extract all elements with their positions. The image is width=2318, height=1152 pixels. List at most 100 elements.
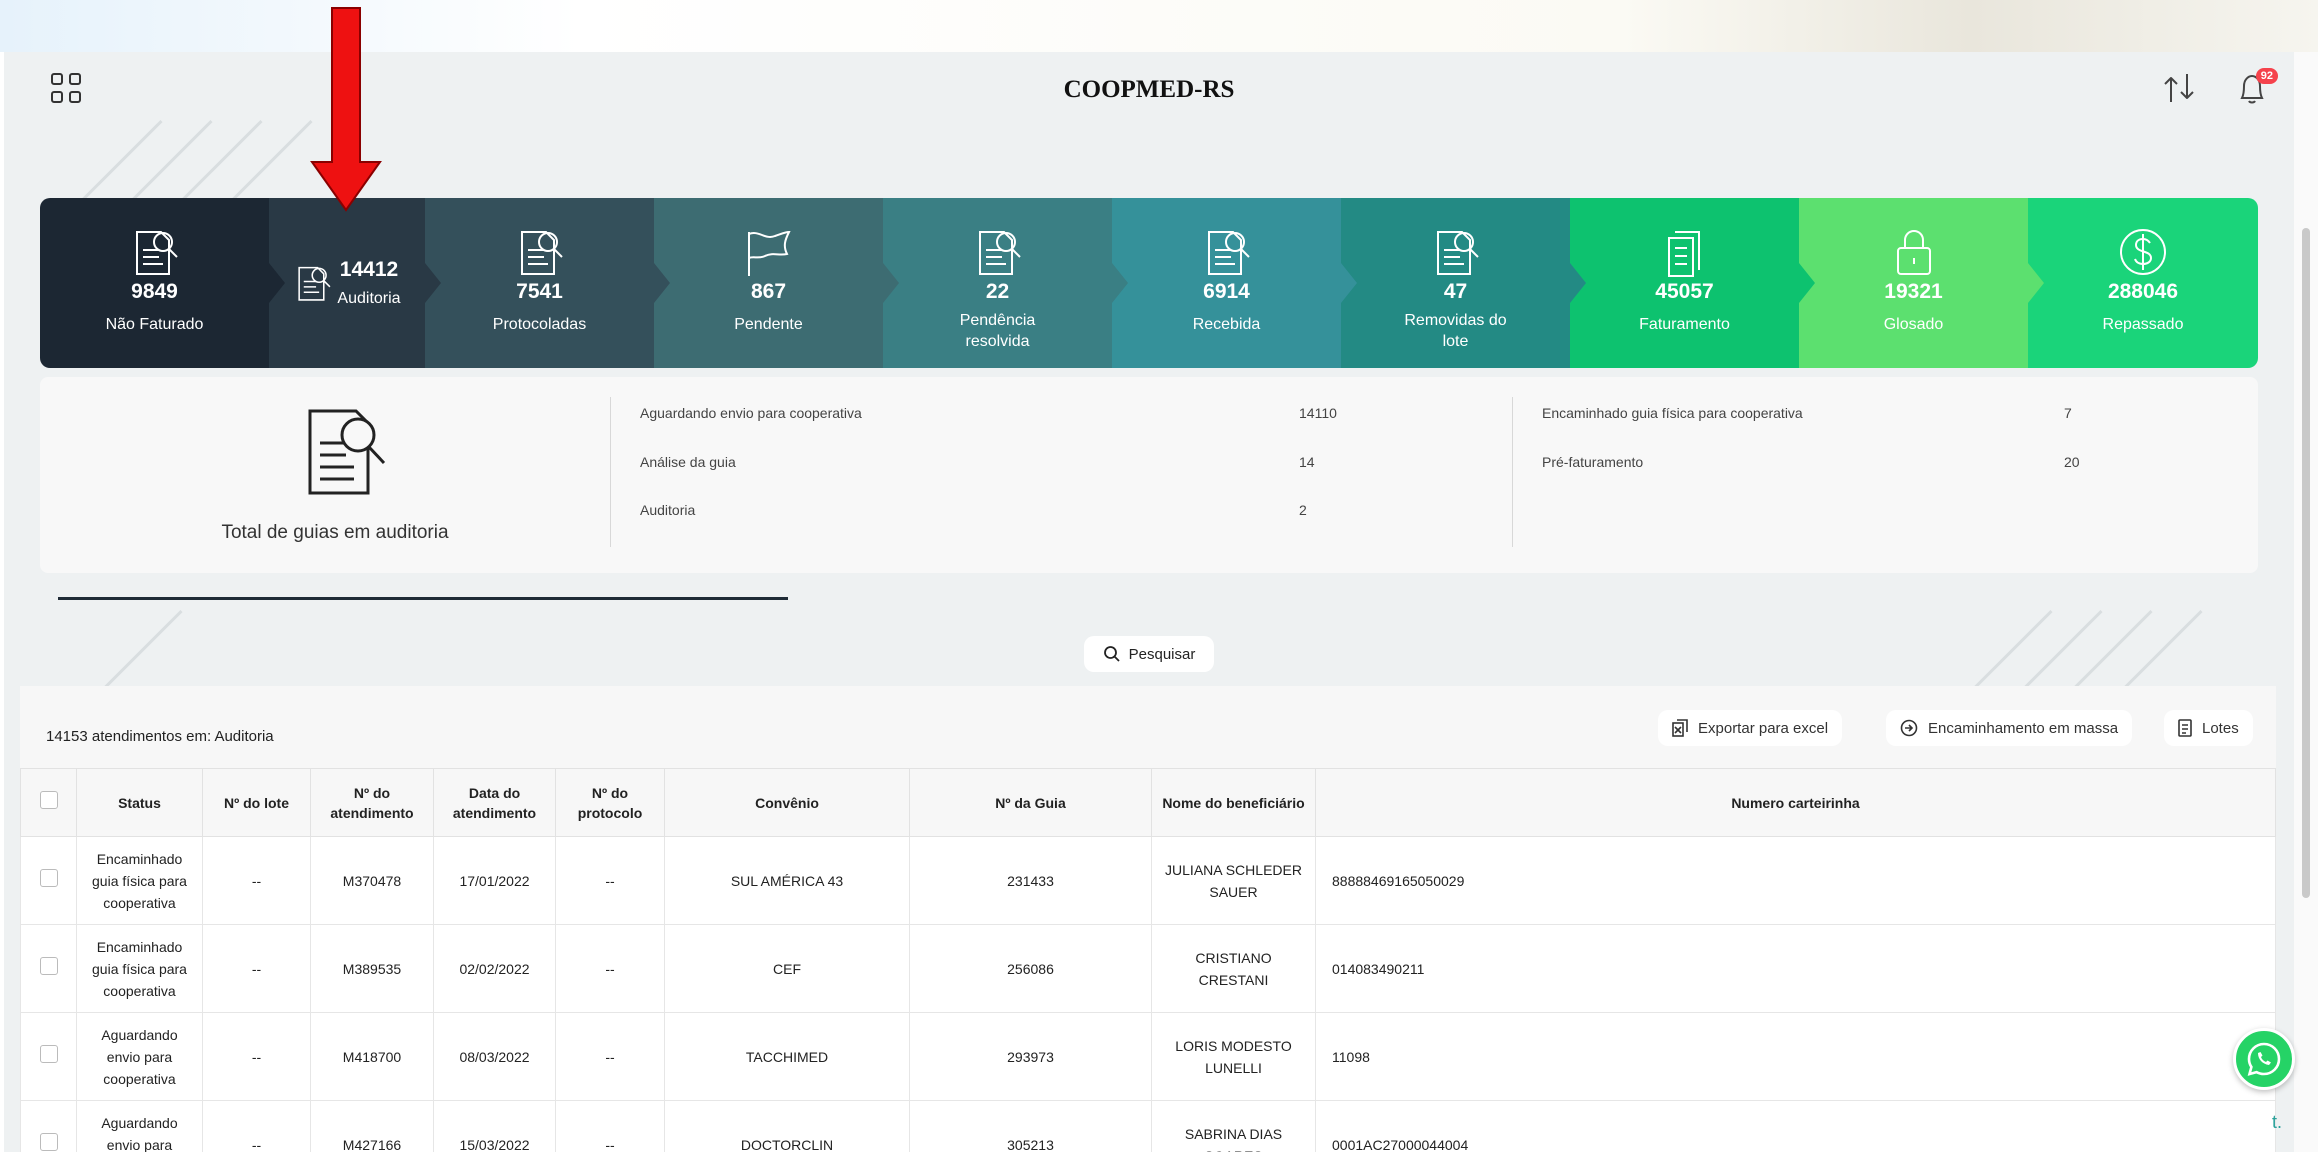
notification-count-badge: 92 [2255,68,2278,84]
cell-status: Encaminhado guia física para cooperativa [76,836,203,925]
row-select-cell [20,1012,77,1101]
cell-status: Encaminhado guia física para cooperativa [76,924,203,1013]
step-count: 22 [985,280,1010,303]
column-header[interactable]: Nº do atendimento [310,768,434,837]
step-count: 47 [1443,280,1468,303]
cell-data: 15/03/2022 [433,1100,556,1152]
cell-data: 08/03/2022 [433,1012,556,1101]
mass-forward-button[interactable]: Encaminhamento em massa [1886,710,2133,746]
cell-guia: 293973 [909,1012,1152,1101]
step-label: Recebida [1192,316,1261,333]
cell-guia: 305213 [909,1100,1152,1152]
notifications-button[interactable]: 92 [2232,68,2278,110]
search-document-icon [129,226,181,278]
table-row[interactable]: Aguardando envio para cooperativa -- M42… [20,1100,2276,1152]
column-header[interactable]: Nº da Guia [909,768,1152,837]
scrollbar-thumb[interactable] [2302,228,2310,898]
column-header[interactable]: Nome do beneficiário [1151,768,1316,837]
documents-icon [1659,226,1711,278]
search-document-icon [972,226,1024,278]
step-label: Removidas do lote [1404,312,1507,350]
excel-icon [1672,719,1688,737]
row-checkbox[interactable] [39,956,58,975]
row-select-cell [20,836,77,925]
column-header[interactable]: Nº do lote [202,768,311,837]
cell-beneficiario: LORIS MODESTO LUNELLI [1151,1012,1316,1101]
whatsapp-icon [2247,1042,2281,1076]
step-repassado[interactable]: 288046 Repassado [2028,198,2258,368]
search-document-icon [293,263,333,303]
cell-protocolo: -- [555,924,665,1013]
step-count: 19321 [1884,280,1943,303]
summary-value: 14110 [1299,405,1337,421]
arrow-circle-icon [1900,719,1918,737]
attendances-table: Status Nº do lote Nº do atendimento Data… [20,768,2276,1152]
whatsapp-chat-button[interactable] [2233,1028,2295,1090]
search-button[interactable]: Pesquisar [1084,636,1214,672]
cell-carteirinha: 88888469165050029 [1315,836,2276,925]
column-header[interactable]: Numero carteirinha [1315,768,2276,837]
search-document-icon [514,226,566,278]
cell-status: Aguardando envio para cooperativa [76,1012,203,1101]
swap-arrows-icon[interactable] [2159,68,2199,108]
lock-icon [1888,226,1940,278]
step-glosado[interactable]: 19321 Glosado [1799,198,2044,368]
row-checkbox[interactable] [39,1044,58,1063]
column-header[interactable]: Data do atendimento [433,768,556,837]
cell-protocolo: -- [555,1100,665,1152]
column-header[interactable]: Status [76,768,203,837]
cell-guia: 231433 [909,836,1152,925]
summary-value: 14 [1299,454,1315,470]
table-row[interactable]: Encaminhado guia física para cooperativa… [20,836,2276,925]
export-excel-button[interactable]: Exportar para excel [1658,710,1843,746]
cell-protocolo: -- [555,1012,665,1101]
cell-lote: -- [202,1100,311,1152]
column-header[interactable]: Convênio [664,768,910,837]
table-row[interactable]: Encaminhado guia física para cooperativa… [20,924,2276,1013]
divider [610,397,611,547]
step-label: Glosado [1883,316,1944,333]
cell-convenio: CEF [664,924,910,1013]
step-pendente[interactable]: 867 Pendente [654,198,899,368]
step-label: Faturamento [1639,316,1730,333]
step-label: Repassado [2102,316,2184,333]
row-checkbox[interactable] [39,868,58,887]
document-icon [2178,719,2192,737]
step-arrow [654,263,670,303]
summary-label: Aguardando envio para cooperativa [640,405,862,421]
cell-convenio: TACCHIMED [664,1012,910,1101]
cell-data: 17/01/2022 [433,836,556,925]
lotes-button[interactable]: Lotes [2164,710,2253,746]
step-auditoria[interactable]: 14412 Auditoria [269,198,441,368]
step-pendencia-resolvida[interactable]: 22 Pendência resolvida [883,198,1128,368]
summary-value: 2 [1299,502,1307,518]
column-header[interactable]: Nº do protocolo [555,768,665,837]
step-label: Pendência resolvida [959,312,1036,350]
step-arrow [425,263,441,303]
summary-value: 20 [2064,454,2080,470]
step-nao-faturado[interactable]: 9849 Não Faturado [40,198,285,368]
select-all-checkbox[interactable] [39,791,58,809]
attendances-panel: 14153 atendimentos em: Auditoria Exporta… [20,686,2276,1152]
step-faturamento[interactable]: 45057 Faturamento [1570,198,1815,368]
step-arrow [1799,263,1815,303]
vertical-scrollbar[interactable] [2294,52,2318,1152]
cell-convenio: DOCTORCLIN [664,1100,910,1152]
select-all-cell [20,768,77,837]
dollar-icon [2117,226,2169,278]
step-removidas-do-lote[interactable]: 47 Removidas do lote [1341,198,1586,368]
row-checkbox[interactable] [39,1132,58,1151]
table-header-row: Status Nº do lote Nº do atendimento Data… [20,768,2276,837]
table-row[interactable]: Aguardando envio para cooperativa -- M41… [20,1012,2276,1101]
divider [1512,397,1513,547]
row-select-cell [20,924,77,1013]
cell-guia: 256086 [909,924,1152,1013]
summary-label: Encaminhado guia física para cooperativa [1542,405,1803,421]
step-text: 14412 Auditoria [337,258,400,309]
cell-convenio: SUL AMÉRICA 43 [664,836,910,925]
step-count: 867 [750,280,787,303]
cell-atendimento: M370478 [310,836,434,925]
step-recebida[interactable]: 6914 Recebida [1112,198,1357,368]
step-protocoladas[interactable]: 7541 Protocoladas [425,198,670,368]
step-label: Protocoladas [492,316,587,333]
